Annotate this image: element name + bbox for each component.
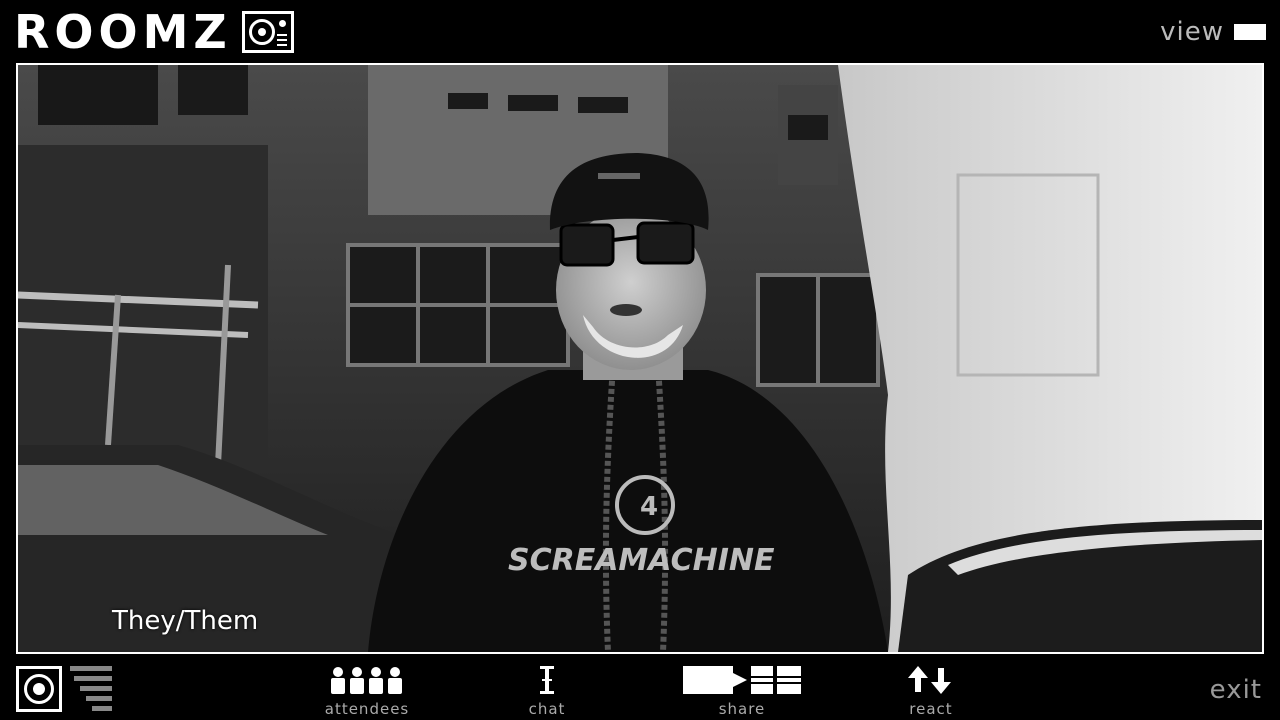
people-icon	[329, 664, 405, 696]
view-mode-icon	[1234, 24, 1266, 40]
shirt-logo-number: 4	[640, 492, 658, 522]
video-feed: 4 SCREAMACHINE They/Them	[16, 63, 1264, 654]
share-label: share	[718, 700, 766, 718]
pronoun-label: They/Them	[112, 606, 259, 636]
shirt-text: SCREAMACHINE	[508, 543, 775, 578]
view-button[interactable]: view	[1160, 18, 1266, 46]
app-title: ROOMZ	[14, 5, 232, 59]
chat-button[interactable]: chat	[520, 664, 574, 718]
share-screen-icon	[681, 664, 803, 696]
react-button[interactable]: react	[900, 664, 962, 718]
up-down-arrows-icon	[908, 664, 954, 696]
attendees-label: attendees	[324, 700, 410, 718]
audio-level-icon[interactable]	[70, 666, 112, 712]
roomz-logo: ROOMZ	[14, 8, 294, 56]
chat-label: chat	[528, 700, 566, 718]
view-label: view	[1160, 17, 1224, 47]
attendees-button[interactable]: attendees	[320, 664, 414, 718]
share-button[interactable]: share	[680, 664, 804, 718]
turntable-icon	[241, 11, 294, 53]
exit-button[interactable]: exit	[1210, 676, 1262, 704]
text-cursor-icon	[537, 664, 557, 696]
camera-icon[interactable]	[16, 666, 62, 712]
video-image: 4 SCREAMACHINE	[18, 65, 1262, 652]
react-label: react	[909, 700, 953, 718]
